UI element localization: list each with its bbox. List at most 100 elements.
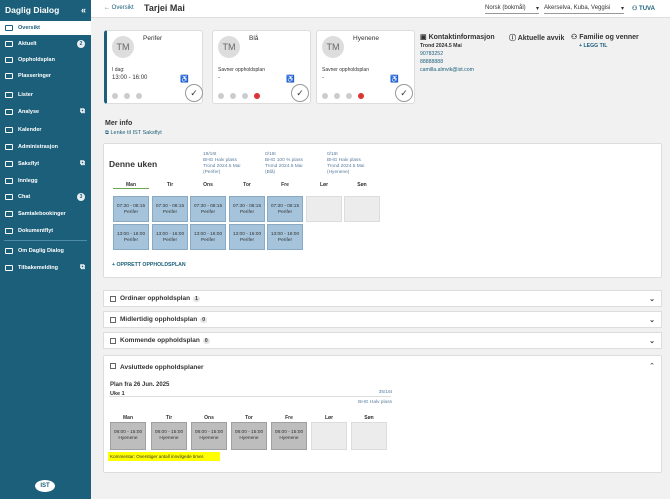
slot-group: Perifer: [123, 210, 139, 215]
schedule-slot[interactable]: 07:30 - 08:15 Perifer: [152, 196, 188, 222]
child-card[interactable]: TM Blå Savner oppholdsplan - ♿ ✓: [212, 30, 311, 104]
slot-group: Perifer: [277, 238, 293, 243]
people-icon: ⚇: [571, 34, 580, 41]
nav-administrasjon[interactable]: Administrasjon: [0, 140, 91, 154]
plan-group: (Blå): [265, 170, 276, 175]
schedule-slot[interactable]: 13:00 - 16:00 Perifer: [190, 224, 226, 250]
schedule-slot[interactable]: 07:30 - 08:15 Perifer: [229, 196, 265, 222]
plan-summary: 19/16t BHG Halv plass Trond 2024.5 Mai (Per…: [203, 152, 240, 176]
nav-label: Plasseringer: [18, 73, 52, 79]
accordion-label: Midlertidig oppholdsplan: [120, 316, 198, 323]
location-select[interactable]: Akerselva, Kuba, Veggisi ▾: [544, 3, 624, 14]
schedule-slot[interactable]: 07:30 - 08:15 Perifer: [113, 196, 149, 222]
schedule-slot[interactable]: 07:30 - 08:15 Perifer: [267, 196, 303, 222]
closed-slot[interactable]: 08:00 - 15:00 Hyenene: [271, 422, 307, 450]
slot-group: Perifer: [123, 238, 139, 243]
checkin-button[interactable]: ✓: [395, 84, 413, 102]
empty-slot: [306, 196, 342, 222]
accordion-label: Kommende oppholdsplan: [120, 337, 200, 344]
contact-phone[interactable]: 90783252: [420, 51, 495, 57]
nav-innlegg[interactable]: Innlegg: [0, 174, 91, 188]
group-name: Perifer: [143, 35, 163, 42]
closed-slot[interactable]: 08:00 - 15:00 Hyenene: [110, 422, 146, 450]
group-name: Hyenene: [353, 35, 380, 42]
week-panel: Denne uken 19/16t BHG Halv plass Trond 202…: [103, 143, 662, 278]
slot-group: Hyenene: [199, 436, 219, 441]
status-value: 13:00 - 16:00: [112, 75, 148, 81]
week-heading: Denne uken: [109, 159, 158, 169]
saksflyt-link[interactable]: ⧉ Lenke til IST Saksflyt: [105, 130, 162, 137]
feedback-icon: [5, 265, 13, 271]
day-header: Tir: [166, 182, 174, 188]
plan-group: (Perifer): [203, 170, 221, 175]
day-header: Man: [113, 182, 149, 189]
schedule-slot[interactable]: 13:00 - 16:00 Perifer: [267, 224, 303, 250]
nav-label: Saksflyt: [18, 161, 40, 167]
nav-analyse[interactable]: Analyse ⧉: [0, 105, 91, 119]
message-icon: [334, 93, 340, 99]
nav-oversikt[interactable]: Oversikt: [0, 21, 91, 35]
checkin-button[interactable]: ✓: [291, 84, 309, 102]
nav-oppholdsplan[interactable]: Oppholdsplan: [0, 53, 91, 67]
accordion-ordinary[interactable]: Ordinær oppholdsplan 1 ⌄: [103, 290, 662, 307]
plan-summary: 0/16t BHG 100 % plass Trond 2024.5 Mai (Blå…: [265, 152, 303, 176]
contact-phone[interactable]: 88888888: [420, 59, 495, 65]
nav-kalender[interactable]: Kalender: [0, 123, 91, 137]
nav-label: Oversikt: [18, 25, 41, 31]
collapse-sidebar-icon[interactable]: «: [81, 5, 86, 15]
aktuelt-badge: 2: [77, 40, 85, 48]
add-family-button[interactable]: + LEGG TIL: [579, 43, 639, 49]
nav-chat[interactable]: Chat 3: [0, 190, 91, 204]
schedule-slot[interactable]: 13:00 - 16:00 Perifer: [113, 224, 149, 250]
empty-slot: [344, 196, 380, 222]
child-card[interactable]: TM Hyenene Savner oppholdsplan - ♿ ✓: [316, 30, 415, 104]
back-link[interactable]: ← Oversikt: [104, 5, 134, 11]
nav-plasseringer[interactable]: Plasseringer: [0, 69, 91, 83]
admin-icon: [5, 144, 13, 150]
nav-tilbakemelding[interactable]: Tilbakemelding ⧉: [0, 261, 91, 275]
chevron-down-icon: ⌄: [649, 295, 655, 303]
group-name: Blå: [249, 35, 259, 42]
chevron-up-icon[interactable]: ⌃: [649, 362, 655, 370]
chevron-down-icon: ▾: [620, 5, 624, 12]
nav-saksflyt[interactable]: Saksflyt ⧉: [0, 157, 91, 171]
closed-slot[interactable]: 08:00 - 15:00 Hyenene: [151, 422, 187, 450]
document-icon: [5, 228, 13, 234]
nav-aktuelt[interactable]: Aktuelt 2: [0, 37, 91, 51]
checkin-button[interactable]: ✓: [185, 84, 203, 102]
divider: [109, 396, 391, 397]
accordion-label: Ordinær oppholdsplan: [120, 295, 191, 302]
child-card[interactable]: TM Perifer I dag: 13:00 - 16:00 ♿ ✓: [104, 30, 203, 104]
external-link-icon: ⧉: [80, 264, 85, 271]
accordion-upcoming[interactable]: Kommende oppholdsplan 0 ⌄: [103, 332, 662, 349]
schedule-slot[interactable]: 07:30 - 08:15 Perifer: [190, 196, 226, 222]
contact-name: Trond 2024.5 Mai: [420, 43, 462, 49]
accordion-temporary[interactable]: Midlertidig oppholdsplan 0 ⌄: [103, 311, 662, 328]
contact-email[interactable]: camilla.almvik@ist.com: [420, 67, 495, 73]
closed-plans-header[interactable]: Avsluttede oppholdsplaner: [110, 363, 204, 371]
calendar-icon: [136, 93, 142, 99]
nav-dokumentflyt[interactable]: Dokumentflyt: [0, 224, 91, 238]
nav-om[interactable]: Om Daglig Dialog: [0, 244, 91, 258]
language-select[interactable]: Norsk (bokmål) ▾: [485, 3, 539, 14]
contact-heading: ▣ Kontaktinformasjon: [420, 33, 495, 41]
slot-group: Perifer: [277, 210, 293, 215]
family-heading: ⚇ Familie og venner: [571, 33, 639, 41]
slot-group: Hyenene: [159, 436, 179, 441]
status-value: -: [322, 75, 324, 81]
eye-icon: [5, 25, 13, 31]
accessibility-icon: ♿: [286, 76, 295, 83]
closed-slot[interactable]: 08:00 - 15:00 Hyenene: [191, 422, 227, 450]
schedule-slot[interactable]: 13:00 - 16:00 Perifer: [229, 224, 265, 250]
nav-samtalebookinger[interactable]: Samtalebookinger: [0, 207, 91, 221]
closed-slot[interactable]: 08:00 - 15:00 Hyenene: [231, 422, 267, 450]
family-title: Familie og venner: [579, 34, 639, 41]
user-menu[interactable]: ⚇ TUVA: [632, 5, 655, 12]
empty-slot: [351, 422, 387, 450]
create-plan-button[interactable]: + OPPRETT OPPHOLDSPLAN: [112, 262, 186, 268]
family: ⚇ Familie og venner + LEGG TIL: [571, 33, 639, 49]
schedule-slot[interactable]: 13:00 - 16:00 Perifer: [152, 224, 188, 250]
nav-lister[interactable]: Lister: [0, 88, 91, 102]
day-header: Tor: [245, 415, 253, 421]
nav-label: Chat: [18, 194, 31, 200]
